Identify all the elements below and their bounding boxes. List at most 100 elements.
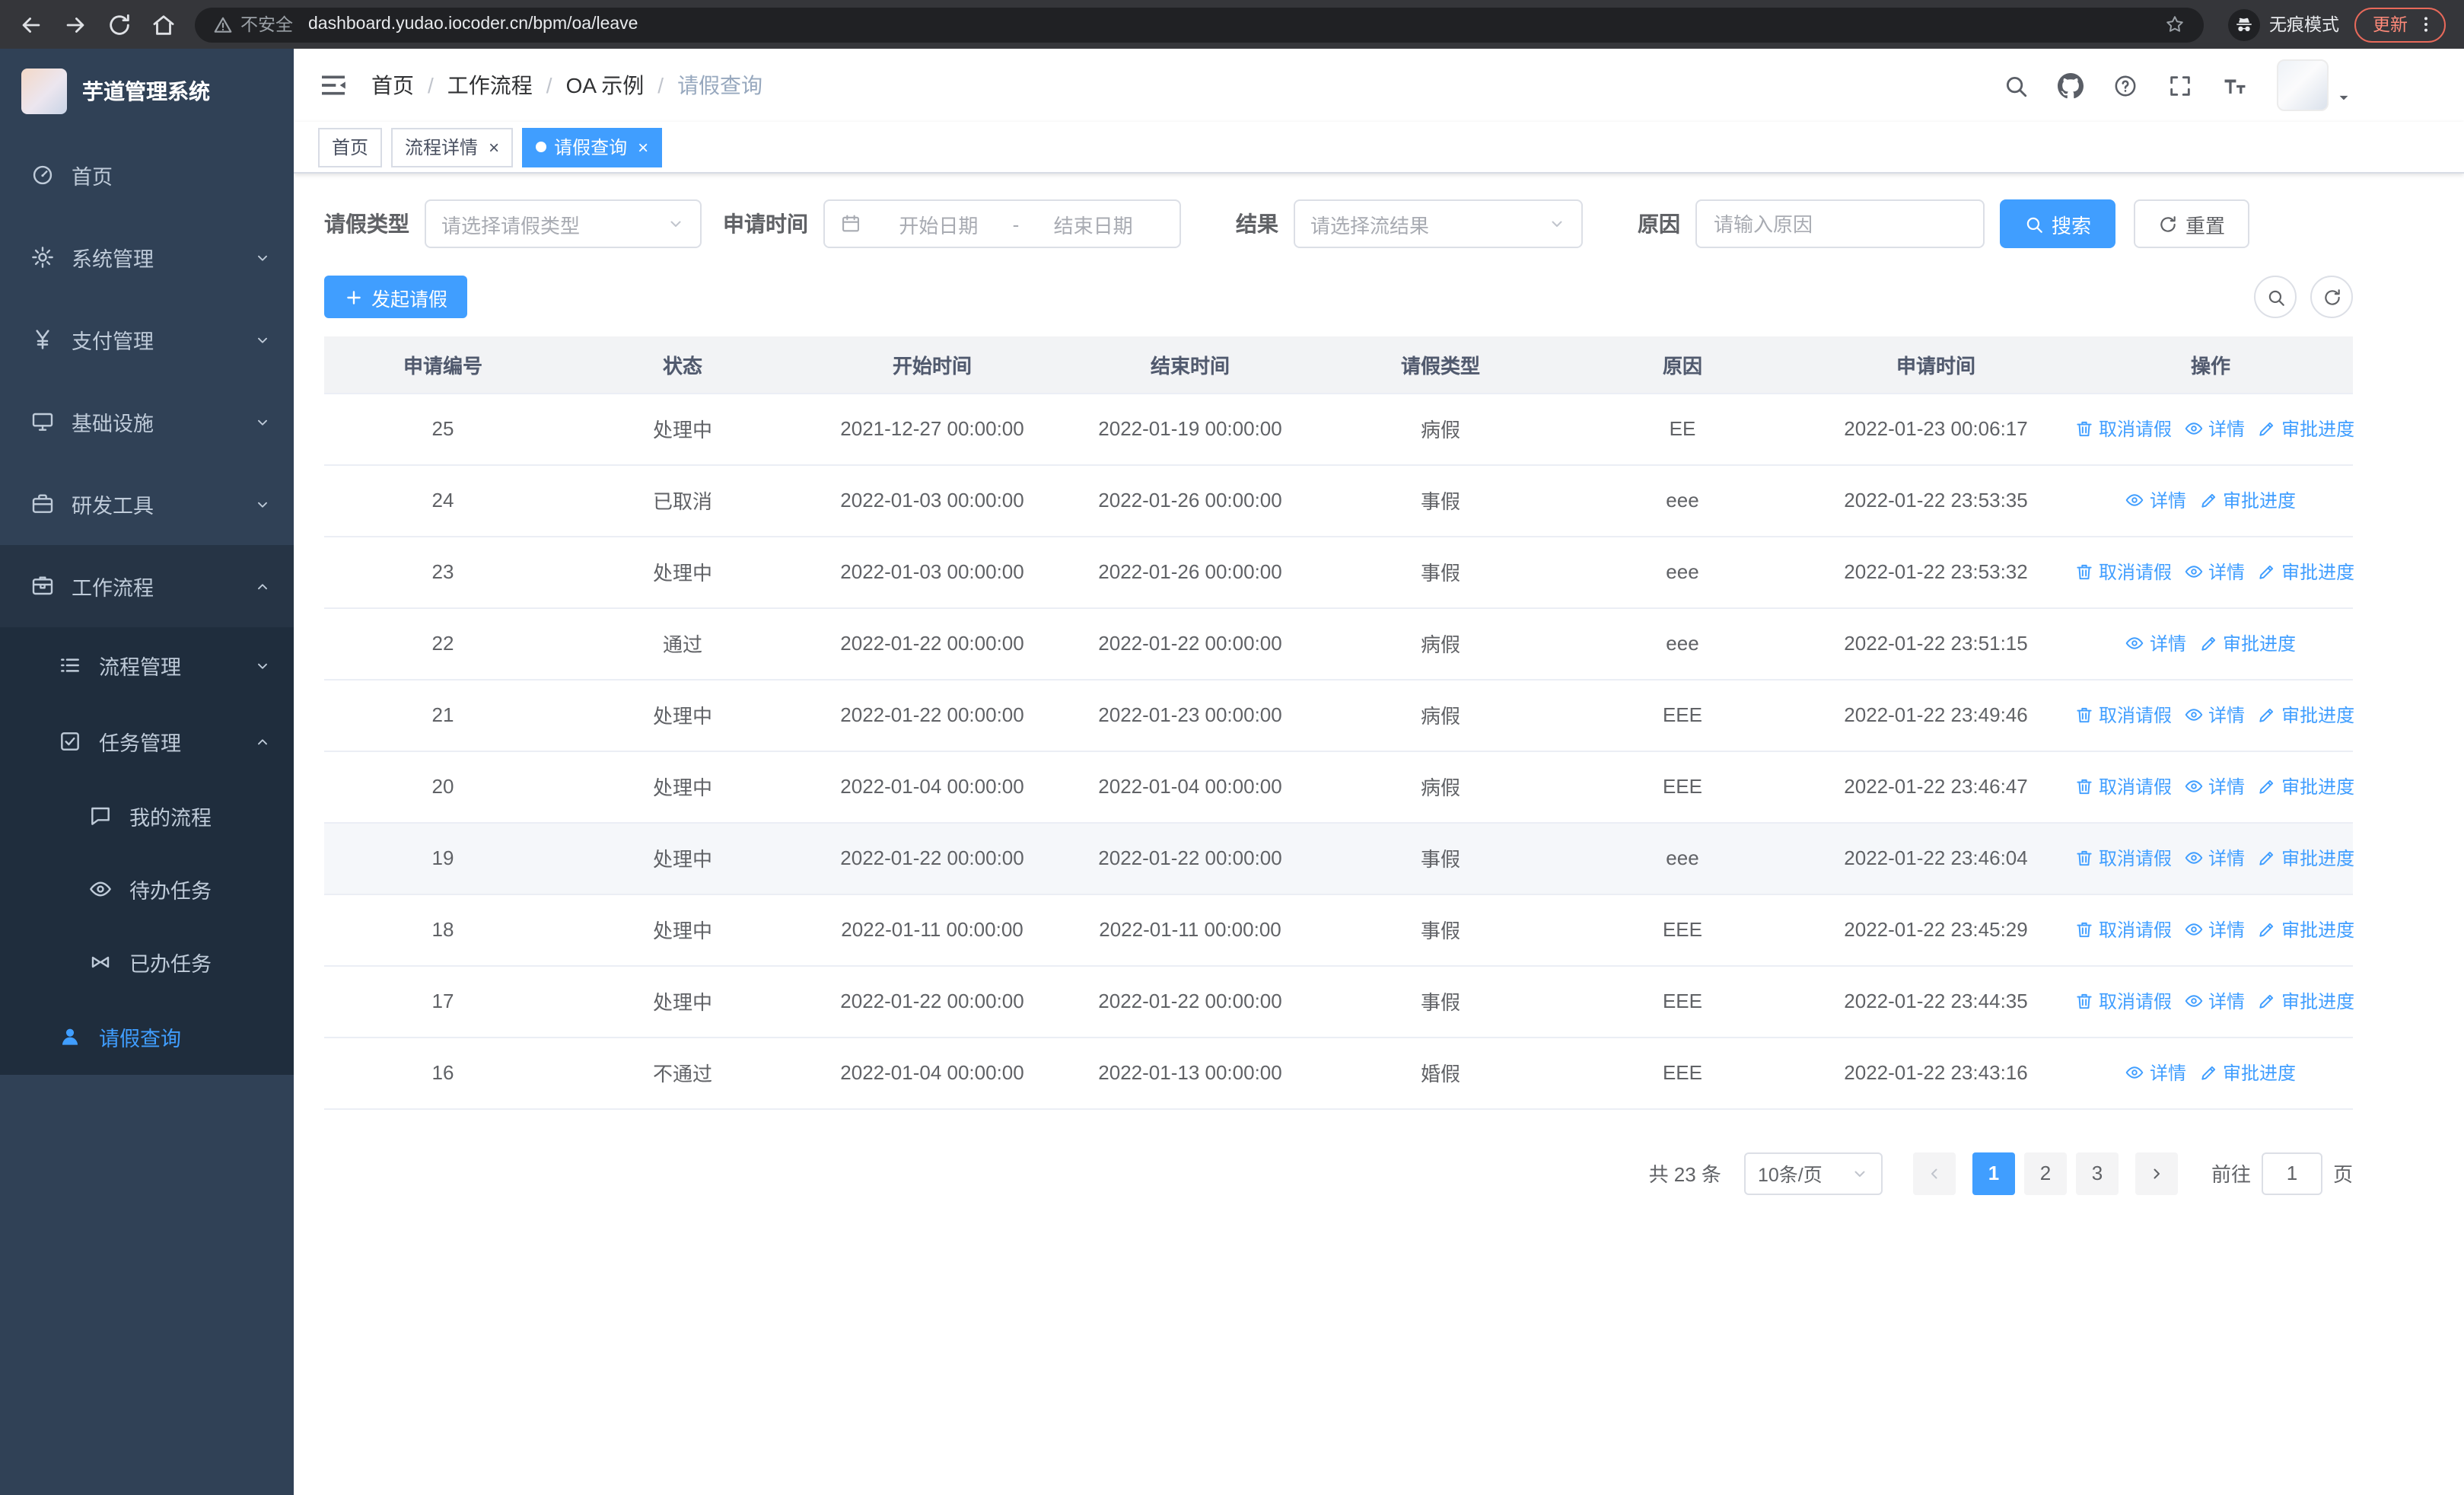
tab-process-detail[interactable]: 流程详情 ×	[391, 127, 514, 167]
table-row[interactable]: 19 处理中 2022-01-22 00:00:00 2022-01-22 00:00…	[324, 822, 2354, 894]
edit-icon	[2257, 990, 2277, 1010]
action-progress[interactable]: 审批进度	[2257, 916, 2354, 942]
hamburger-icon[interactable]	[318, 70, 349, 100]
action-detail[interactable]: 详情	[2184, 844, 2245, 870]
reason-input[interactable]	[1695, 199, 1985, 248]
leave-type-select[interactable]: 请选择请假类型	[425, 199, 702, 248]
security-warning[interactable]: 不安全	[213, 12, 293, 37]
table-row[interactable]: 21 处理中 2022-01-22 00:00:00 2022-01-23 00:00…	[324, 679, 2354, 751]
font-size-icon[interactable]	[2222, 72, 2248, 98]
action-progress[interactable]: 审批进度	[2198, 486, 2296, 512]
action-detail[interactable]: 详情	[2184, 558, 2245, 584]
action-progress[interactable]: 审批进度	[2257, 415, 2354, 441]
action-cancel[interactable]: 取消请假	[2074, 773, 2172, 799]
sidebar-item-home[interactable]: 首页	[0, 134, 294, 216]
back-icon[interactable]	[18, 11, 44, 37]
search-icon[interactable]	[2003, 72, 2029, 98]
action-cancel[interactable]: 取消请假	[2074, 987, 2172, 1013]
table-row[interactable]: 16 不通过 2022-01-04 00:00:00 2022-01-13 00:00…	[324, 1037, 2353, 1109]
url-bar[interactable]: 不安全 dashboard.yudao.iocoder.cn/bpm/oa/le…	[195, 7, 2204, 42]
search-button[interactable]: 搜索	[2000, 199, 2116, 248]
sidebar-item-my-process[interactable]: 我的流程	[0, 779, 294, 853]
action-cancel[interactable]: 取消请假	[2074, 415, 2172, 441]
refresh-table-button[interactable]	[2310, 276, 2353, 318]
action-progress[interactable]: 审批进度	[2198, 1059, 2296, 1085]
table-row[interactable]: 25 处理中 2021-12-27 00:00:00 2022-01-19 00:00…	[324, 393, 2354, 465]
tab-home[interactable]: 首页	[318, 127, 383, 167]
action-progress[interactable]: 审批进度	[2257, 773, 2354, 799]
table-row[interactable]: 24 已取消 2022-01-03 00:00:00 2022-01-26 00:00…	[324, 464, 2353, 537]
search-icon	[2024, 214, 2044, 234]
sidebar-item-payment[interactable]: 支付管理	[0, 298, 294, 381]
breadcrumb-item[interactable]: OA 示例	[566, 70, 645, 100]
sidebar-item-system[interactable]: 系统管理	[0, 216, 294, 298]
action-progress[interactable]: 审批进度	[2257, 558, 2354, 584]
action-detail[interactable]: 详情	[2184, 916, 2245, 942]
fullscreen-icon[interactable]	[2167, 72, 2193, 98]
result-select[interactable]: 请选择流结果	[1294, 199, 1583, 248]
table-row[interactable]: 23 处理中 2022-01-03 00:00:00 2022-01-26 00:00…	[324, 536, 2354, 608]
action-detail[interactable]: 详情	[2184, 701, 2245, 727]
sidebar-item-process-management[interactable]: 流程管理	[0, 627, 294, 703]
action-cancel[interactable]: 取消请假	[2074, 701, 2172, 727]
breadcrumb-item[interactable]: 工作流程	[447, 70, 533, 100]
github-icon[interactable]	[2058, 72, 2084, 98]
menu-dots-icon[interactable]	[2415, 14, 2437, 35]
action-detail[interactable]: 详情	[2125, 1059, 2186, 1085]
eye-icon	[2125, 1062, 2145, 1082]
sidebar-item-infrastructure[interactable]: 基础设施	[0, 381, 294, 463]
goto-page-input[interactable]	[2261, 1152, 2322, 1194]
sidebar-item-task-management[interactable]: 任务管理	[0, 703, 294, 779]
next-page-button[interactable]	[2135, 1152, 2178, 1194]
action-detail[interactable]: 详情	[2184, 987, 2245, 1013]
cell-actions: 取消请假 详情 审批进度	[2068, 822, 2354, 894]
sidebar-item-todo-tasks[interactable]: 待办任务	[0, 853, 294, 926]
page-button-1[interactable]: 1	[1972, 1152, 2015, 1194]
page-size-select[interactable]: 10条/页	[1743, 1152, 1883, 1194]
breadcrumb-item[interactable]: 首页	[371, 70, 414, 100]
logo[interactable]: 芋道管理系统	[0, 49, 294, 134]
action-progress[interactable]: 审批进度	[2257, 844, 2354, 870]
sidebar-item-dev-tools[interactable]: 研发工具	[0, 463, 294, 545]
toggle-search-button[interactable]	[2254, 276, 2297, 318]
home-icon[interactable]	[151, 11, 177, 37]
page-button-3[interactable]: 3	[2075, 1152, 2119, 1194]
table-row[interactable]: 22 通过 2022-01-22 00:00:00 2022-01-22 00:00:…	[324, 607, 2353, 680]
apply-time-range-picker[interactable]: 开始日期 - 结束日期	[823, 199, 1181, 248]
user-avatar[interactable]	[2277, 59, 2351, 111]
sidebar-item-done-tasks[interactable]: 已办任务	[0, 926, 294, 999]
prev-page-button[interactable]	[1912, 1152, 1956, 1194]
edit-icon	[2257, 418, 2277, 438]
reset-button[interactable]: 重置	[2134, 199, 2250, 248]
table-row[interactable]: 18 处理中 2022-01-11 00:00:00 2022-01-11 00:00…	[324, 894, 2354, 966]
page-button-2[interactable]: 2	[2023, 1152, 2067, 1194]
table-row[interactable]: 17 处理中 2022-01-22 00:00:00 2022-01-22 00:00…	[324, 965, 2354, 1038]
cell-type: 事假	[1320, 464, 1561, 537]
action-progress[interactable]: 审批进度	[2257, 701, 2354, 727]
tab-leave-query[interactable]: 请假查询 ×	[522, 127, 663, 167]
action-label: 审批进度	[2223, 633, 2297, 654]
browser-update-button[interactable]: 更新	[2354, 7, 2446, 42]
select-placeholder: 请选择流结果	[1310, 214, 1430, 237]
sidebar-item-workflow[interactable]: 工作流程	[0, 545, 294, 627]
close-icon[interactable]: ×	[489, 138, 499, 156]
action-detail[interactable]: 详情	[2125, 486, 2186, 512]
action-progress[interactable]: 审批进度	[2198, 630, 2296, 655]
forward-icon[interactable]	[62, 11, 88, 37]
action-progress[interactable]: 审批进度	[2257, 987, 2354, 1013]
action-cancel[interactable]: 取消请假	[2074, 844, 2172, 870]
action-cancel[interactable]: 取消请假	[2074, 558, 2172, 584]
sidebar-item-leave-query[interactable]: 请假查询	[0, 999, 294, 1075]
action-detail[interactable]: 详情	[2125, 630, 2186, 655]
action-detail[interactable]: 详情	[2184, 773, 2245, 799]
create-leave-button[interactable]: 发起请假	[324, 276, 468, 318]
bookmark-star-icon[interactable]	[2164, 14, 2185, 35]
close-icon[interactable]: ×	[638, 138, 648, 156]
help-icon[interactable]	[2112, 72, 2138, 98]
action-detail[interactable]: 详情	[2184, 415, 2245, 441]
incognito-avatar	[2228, 8, 2260, 40]
table-row[interactable]: 20 处理中 2022-01-04 00:00:00 2022-01-04 00:00…	[324, 751, 2354, 823]
sidebar-item-label: 请假查询	[99, 1028, 181, 1050]
reload-icon[interactable]	[107, 11, 132, 37]
action-cancel[interactable]: 取消请假	[2074, 916, 2172, 942]
